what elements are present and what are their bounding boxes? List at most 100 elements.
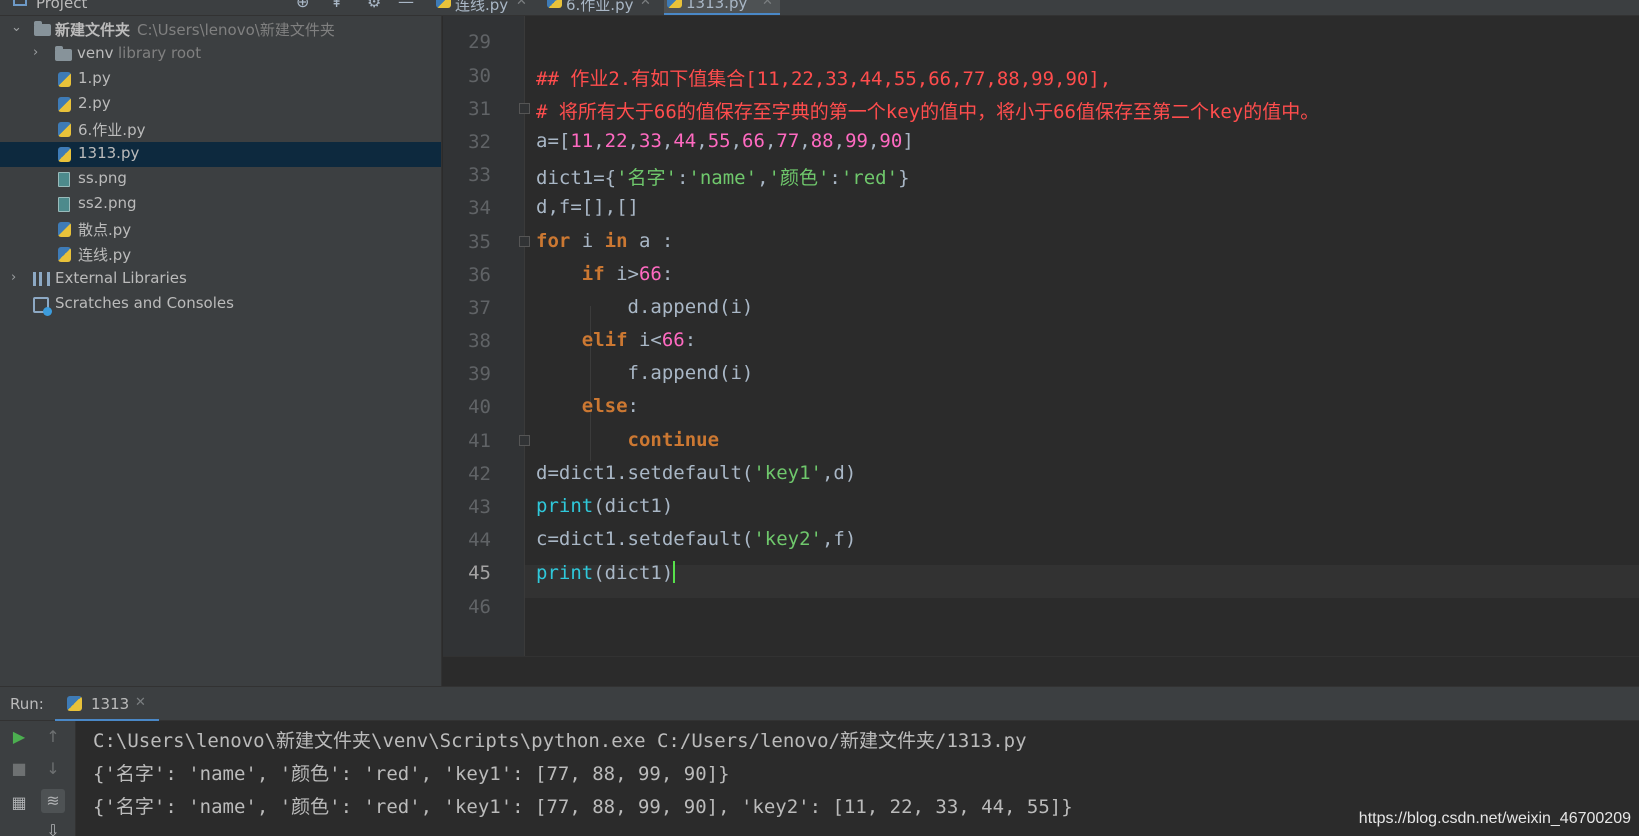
code-line-37[interactable]: d.append(i) (536, 296, 754, 318)
arrow-up-icon[interactable]: ↑ (41, 725, 65, 749)
console-command-line: C:\Users\lenovo\新建文件夹\venv\Scripts\pytho… (93, 730, 1027, 752)
folder-label: 新建文件夹 (55, 21, 131, 39)
file-label: 散点.py (78, 221, 132, 239)
folder-icon (34, 21, 51, 36)
gear-icon[interactable]: ⚙ (367, 0, 381, 11)
tab-label: 1313.py (686, 0, 748, 12)
fold-marker-icon[interactable] (519, 435, 530, 446)
code-editor[interactable]: 29 30 31 32 33 34 35 36 37 38 39 40 41 4… (443, 16, 1639, 702)
code-line-42[interactable]: d=dict1.setdefault('key1',d) (536, 462, 856, 484)
python-file-icon (58, 72, 71, 87)
python-file-icon (58, 222, 71, 237)
run-tab-1313[interactable]: 1313 ✕ (55, 687, 159, 722)
code-line-36[interactable]: if i>66: (536, 263, 674, 285)
code-line-43[interactable]: print(dict1) (536, 495, 673, 517)
run-tab-label: 1313 (91, 695, 130, 713)
line-number: 35 (468, 231, 491, 253)
watermark: https://blog.csdn.net/weixin_46700209 (1358, 810, 1631, 827)
folder-label: venv (77, 44, 114, 62)
hide-panel-icon[interactable]: — (398, 0, 414, 11)
code-line-35[interactable]: for i in a : (536, 230, 673, 252)
chevron-right-icon[interactable]: › (33, 45, 38, 60)
code-line-32[interactable]: a=[11,22,33,44,55,66,77,88,99,90] (536, 130, 914, 152)
console-output-line: {'名字': 'name', '颜色': 'red', 'key1': [77,… (93, 763, 730, 785)
fold-marker-icon[interactable] (519, 236, 530, 247)
file-label: ss2.png (78, 194, 137, 212)
collapse-all-icon[interactable]: ⇞ (330, 0, 343, 11)
chevron-right-icon[interactable]: › (11, 270, 16, 285)
run-label: Run: (10, 695, 44, 713)
code-line-38[interactable]: elif i<66: (536, 329, 696, 351)
tree-file[interactable]: 6.作业.py (0, 117, 441, 142)
python-file-icon (58, 97, 71, 112)
tree-file[interactable]: ss.png (0, 167, 441, 192)
folder-path: C:\Users\lenovo\新建文件夹 (137, 21, 335, 39)
locate-icon[interactable]: ⊕ (296, 0, 309, 11)
code-line-31[interactable]: # 将所有大于66的值保存至字典的第一个key的值中，将小于66值保存至第二个k… (536, 97, 1319, 124)
line-number: 43 (468, 496, 491, 518)
image-file-icon (58, 172, 70, 187)
python-file-icon (436, 0, 451, 8)
fold-marker-icon[interactable] (519, 103, 530, 114)
tab-label: 连线.py (455, 0, 509, 14)
folder-icon (55, 46, 72, 61)
tab-zuoye[interactable]: 6.作业.py ✕ (544, 0, 654, 15)
external-libraries-label: External Libraries (55, 269, 187, 287)
tab-lianxian[interactable]: 连线.py ✕ (433, 0, 538, 15)
line-number: 38 (468, 330, 491, 352)
tab-1313[interactable]: 1313.py ✕ (664, 0, 780, 15)
console-output-line: {'名字': 'name', '颜色': 'red', 'key1': [77,… (93, 796, 1073, 818)
code-line-41[interactable]: continue (536, 429, 720, 451)
line-number: 29 (468, 31, 491, 53)
tree-root-folder[interactable]: ⌄ 新建文件夹 C:\Users\lenovo\新建文件夹 (0, 17, 441, 42)
tree-scratches[interactable]: Scratches and Consoles (0, 292, 441, 317)
close-icon[interactable]: ✕ (516, 0, 527, 9)
python-file-icon (667, 0, 682, 8)
python-file-icon (547, 0, 562, 8)
close-icon[interactable]: ✕ (762, 0, 773, 9)
line-number: 32 (468, 131, 491, 153)
code-line-44[interactable]: c=dict1.setdefault('key2',f) (536, 528, 856, 550)
close-icon[interactable]: ✕ (135, 695, 146, 710)
chevron-down-icon[interactable]: ⌄ (11, 20, 22, 35)
file-label: 连线.py (78, 246, 132, 264)
file-label: 1.py (78, 69, 111, 87)
code-line-39[interactable]: f.append(i) (536, 362, 754, 384)
line-number: 31 (468, 98, 491, 120)
scroll-to-end-icon[interactable]: ⇩ (41, 819, 65, 836)
tree-file[interactable]: 2.py (0, 92, 441, 117)
scratches-label: Scratches and Consoles (55, 294, 234, 312)
line-number: 42 (468, 463, 491, 485)
tree-file[interactable]: 散点.py (0, 217, 441, 242)
project-title[interactable]: Project (36, 0, 87, 12)
tree-file-selected[interactable]: 1313.py (0, 142, 441, 167)
line-number: 34 (468, 197, 491, 219)
text-caret (673, 561, 676, 583)
tree-file[interactable]: ss2.png (0, 192, 441, 217)
scratches-icon (33, 297, 52, 316)
run-panel-header: Run: 1313 ✕ (0, 686, 1639, 722)
library-icon (33, 272, 50, 286)
code-line-34[interactable]: d,f=[],[] (536, 196, 639, 218)
code-line-45[interactable]: print(dict1) (536, 561, 676, 584)
project-tool-header: Project ⊕ ⇞ ⚙ — (0, 0, 442, 15)
code-line-33[interactable]: dict1={'名字':'name','颜色':'red'} (536, 163, 910, 190)
code-line-30[interactable]: ## 作业2.有如下值集合[11,22,33,44,55,66,77,88,99… (536, 64, 1111, 91)
stop-icon[interactable]: ■ (7, 757, 31, 781)
line-number: 44 (468, 529, 491, 551)
tree-file[interactable]: 连线.py (0, 242, 441, 267)
run-toolbar: ▶ ↑ ■ ↓ ▦ ≋ ⇩ (0, 721, 76, 836)
tree-external-libraries[interactable]: › External Libraries (0, 267, 441, 292)
tree-venv-folder[interactable]: › venv library root (0, 42, 441, 67)
line-number: 33 (468, 164, 491, 186)
close-icon[interactable]: ✕ (640, 0, 651, 9)
code-line-40[interactable]: else: (536, 395, 639, 417)
file-label: ss.png (78, 169, 127, 187)
line-number: 46 (468, 596, 491, 618)
tree-file[interactable]: 1.py (0, 67, 441, 92)
rerun-icon[interactable]: ▶ (7, 725, 31, 749)
python-file-icon (58, 247, 71, 262)
arrow-down-icon[interactable]: ↓ (41, 757, 65, 781)
layout-icon[interactable]: ▦ (7, 791, 31, 815)
soft-wrap-icon[interactable]: ≋ (41, 789, 65, 813)
